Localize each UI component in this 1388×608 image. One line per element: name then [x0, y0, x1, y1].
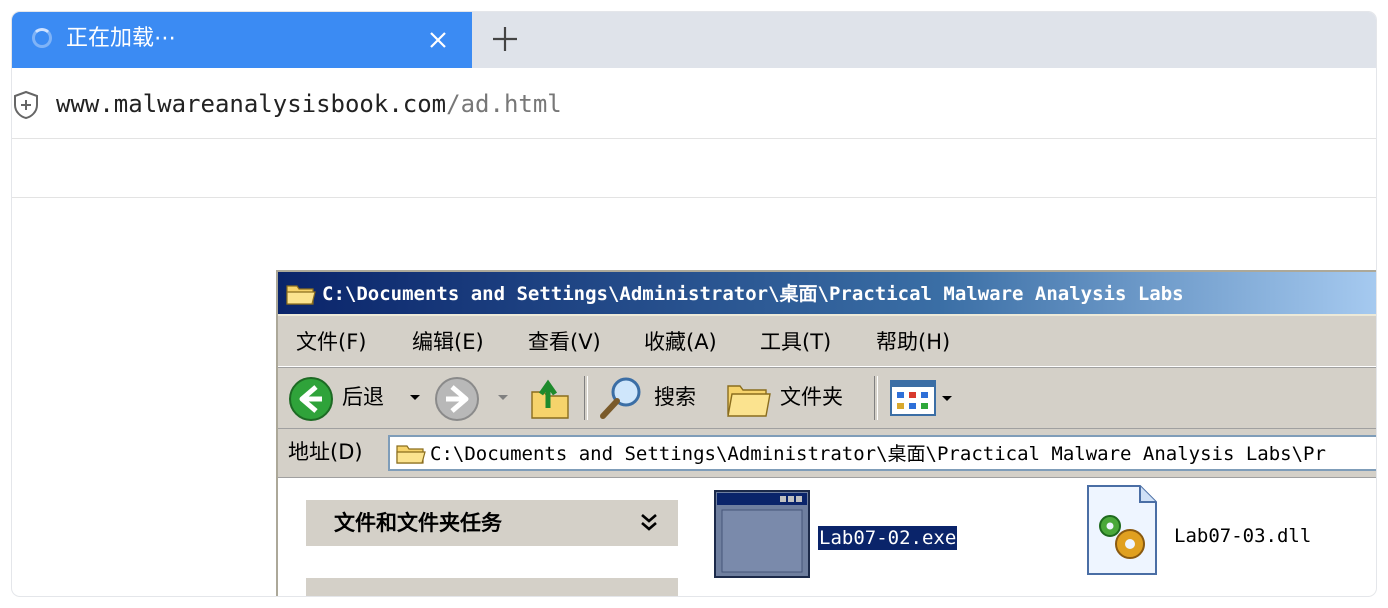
task-panel-header-2[interactable] [306, 578, 678, 596]
explorer-title-bar: C:\Documents and Settings\Administrator\… [278, 272, 1376, 314]
folders-label: 文件夹 [780, 385, 843, 409]
folders-button[interactable]: 文件夹 [724, 368, 854, 428]
chevron-double-down-icon[interactable] [638, 510, 660, 534]
toolbar-separator [584, 376, 588, 420]
menu-file[interactable]: 文件(F) [296, 328, 366, 356]
back-button[interactable]: 后退 [286, 368, 426, 428]
address-value: C:\Documents and Settings\Administrator\… [430, 443, 1326, 465]
close-icon[interactable] [426, 28, 450, 52]
url-path: /ad.html [446, 90, 562, 118]
search-label: 搜索 [654, 385, 696, 409]
task-panel-header[interactable]: 文件和文件夹任务 [306, 500, 678, 546]
menu-favorites[interactable]: 收藏(A) [644, 328, 717, 356]
file-name: Lab07-03.dll [1174, 525, 1312, 547]
shield-icon[interactable] [12, 90, 40, 120]
explorer-window: C:\Documents and Settings\Administrator\… [276, 270, 1376, 596]
loading-spinner-icon [32, 28, 52, 48]
up-folder-icon[interactable] [530, 374, 574, 422]
forward-button[interactable] [434, 368, 514, 428]
dll-gear-icon [1087, 485, 1157, 575]
chevron-down-icon[interactable] [942, 396, 952, 401]
task-panel-title: 文件和文件夹任务 [334, 511, 502, 535]
menu-edit[interactable]: 编辑(E) [412, 328, 484, 356]
explorer-address-row: 地址(D) C:\Documents and Settings\Administ… [278, 429, 1376, 478]
explorer-toolbar: 后退 搜索 文件夹 [278, 367, 1376, 429]
back-arrow-icon [289, 377, 333, 421]
new-tab-plus-icon[interactable] [490, 24, 520, 54]
forward-arrow-icon [435, 377, 479, 421]
exe-window-icon [714, 490, 810, 578]
folder-icon [396, 445, 426, 464]
explorer-content: 文件和文件夹任务 Lab07-02.exe Lab07-03.dll [278, 478, 1376, 596]
tab-title: 正在加载⋯ [66, 26, 177, 51]
address-input[interactable]: C:\Documents and Settings\Administrator\… [388, 435, 1376, 471]
folder-icon [286, 285, 316, 305]
task-panel: 文件和文件夹任务 [278, 478, 694, 596]
url-domain: www.malwareanalysisbook.com [56, 90, 447, 118]
file-name: Lab07-02.exe [816, 525, 959, 551]
url-field[interactable]: www.malwareanalysisbook.com/ad.html [56, 88, 562, 120]
chevron-down-icon[interactable] [410, 395, 420, 400]
toolbar-separator [874, 376, 878, 420]
chevron-down-icon[interactable] [498, 395, 508, 400]
search-icon [600, 377, 641, 419]
menu-view[interactable]: 查看(V) [528, 328, 601, 356]
browser-window: 正在加载⋯ www.malwareanalysisbook.com/ad.htm… [12, 12, 1376, 596]
back-label: 后退 [342, 385, 384, 409]
explorer-title: C:\Documents and Settings\Administrator\… [322, 283, 1184, 305]
tab-strip: 正在加载⋯ [12, 12, 1376, 68]
views-button[interactable] [886, 368, 956, 428]
browser-toolbar-strip [12, 139, 1376, 198]
search-button[interactable]: 搜索 [596, 368, 712, 428]
menu-help[interactable]: 帮助(H) [876, 328, 950, 356]
views-icon [890, 380, 936, 416]
explorer-menu-bar: 文件(F) 编辑(E) 查看(V) 收藏(A) 工具(T) 帮助(H) [278, 316, 1376, 367]
address-bar: www.malwareanalysisbook.com/ad.html [12, 68, 1376, 139]
tab-active[interactable]: 正在加载⋯ [12, 12, 472, 68]
address-label: 地址(D) [288, 440, 363, 464]
folders-icon [727, 385, 771, 417]
menu-tools[interactable]: 工具(T) [760, 328, 831, 356]
